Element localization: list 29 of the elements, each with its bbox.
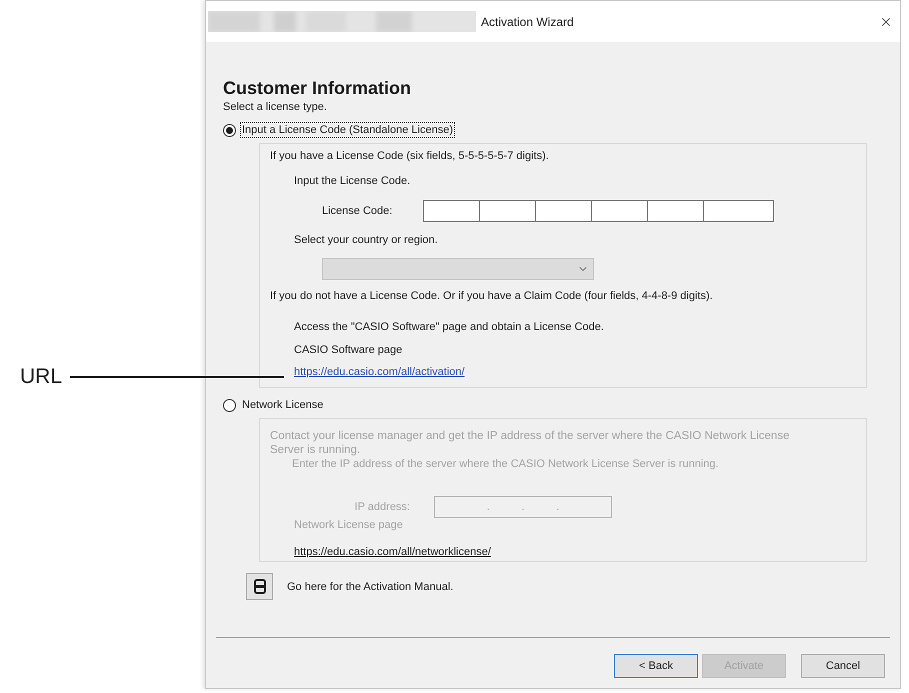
info-text: Select your country or region. [294,233,438,247]
instruction-text: Select a license type. [223,100,327,114]
license-code-field[interactable] [591,200,648,222]
document-icon [254,579,266,594]
info-text: Enter the IP address of the server where the CASIO Network License Server is running. [292,457,719,471]
manual-text: Go here for the Activation Manual. [287,580,454,594]
license-code-field[interactable] [479,200,536,222]
info-text: Contact your license manager and get the IP address of the server where the CASIO Network License Server is running. [270,429,790,457]
info-text: CASIO Software page [294,343,402,357]
annotation-label: URL [20,366,62,388]
license-code-field[interactable] [535,200,592,222]
license-code-field[interactable] [423,200,480,222]
wizard-button[interactable]: Cancel [801,654,885,678]
info-text: If you have a License Code (six fields, 5-5-5-5-5-7 digits). [270,149,549,163]
info-text: Input the License Code. [294,174,410,188]
field-label: License Code: [322,204,394,218]
page-heading: Customer Information [223,77,412,99]
license-code-field[interactable] [647,200,704,222]
radio-button[interactable] [223,124,236,136]
activation-link[interactable]: https://edu.casio.com/all/activation/ [294,365,465,379]
radio-label[interactable]: Input a License Code (Standalone License) [240,122,455,138]
info-text: Network License page [294,518,403,532]
info-text: Access the "CASIO Software" page and obtain a License Code. [294,320,604,334]
license-code-field[interactable] [703,200,774,222]
info-text: If you do not have a License Code. Or if you have a Claim Code (four fields, 4-4-8-9 digits). [270,289,713,303]
field-label: IP address: [354,500,410,514]
manual-button[interactable] [246,573,273,600]
window-title: Activation Wizard [481,14,574,30]
wizard-button[interactable]: < Back [614,654,698,678]
